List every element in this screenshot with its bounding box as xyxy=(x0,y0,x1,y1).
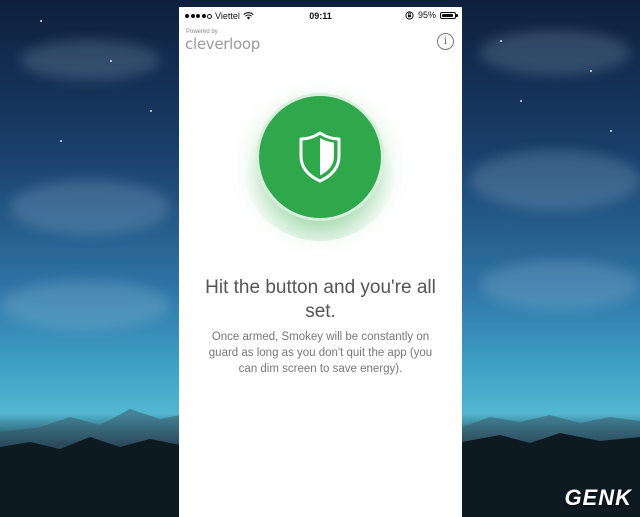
brand-logo: cleverloop xyxy=(185,35,260,53)
status-bar: Viettel 09:11 95% xyxy=(179,7,462,25)
cloud xyxy=(480,30,630,75)
status-right: 95% xyxy=(405,10,458,20)
star xyxy=(110,60,112,62)
arm-button[interactable] xyxy=(259,96,381,218)
battery-icon xyxy=(440,11,458,19)
desktop-background: Viettel 09:11 95% Powered by cleverloop … xyxy=(0,0,640,517)
cloud xyxy=(470,150,640,210)
star xyxy=(590,70,592,72)
shield-icon xyxy=(299,131,341,183)
cloud xyxy=(10,180,170,235)
star xyxy=(500,40,502,42)
description: Once armed, Smokey will be constantly on… xyxy=(208,331,433,375)
battery-fill xyxy=(442,13,454,17)
star xyxy=(150,110,152,112)
headline: Hit the button and you're all set. xyxy=(205,277,436,322)
cloud xyxy=(480,260,640,310)
phone-screen: Viettel 09:11 95% Powered by cleverloop … xyxy=(179,7,462,517)
rotation-lock-icon xyxy=(405,10,414,20)
genk-watermark-logo: GENK xyxy=(564,485,632,510)
battery-percent: 95% xyxy=(417,10,436,20)
star xyxy=(60,140,62,142)
star xyxy=(610,130,612,132)
cloud xyxy=(0,280,170,330)
star xyxy=(520,100,522,102)
cloud xyxy=(20,40,160,80)
info-icon[interactable]: i xyxy=(437,33,454,50)
star xyxy=(40,20,42,22)
